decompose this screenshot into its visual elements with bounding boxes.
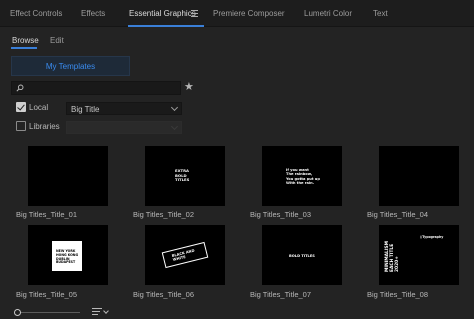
template-name-04: Big Titles_Title_04 (367, 210, 429, 219)
search-icon (16, 84, 24, 92)
chevron-down-icon (170, 103, 179, 112)
local-label: Local (29, 103, 49, 112)
sort-list-icon[interactable] (92, 308, 102, 317)
favorite-star-icon[interactable]: ★ (184, 80, 194, 93)
tab-lumetri-color[interactable]: Lumetri Color (304, 9, 352, 18)
libraries-checkbox[interactable] (16, 121, 26, 131)
template-name-03: Big Titles_Title_03 (250, 210, 312, 219)
template-preview-text-07: BOLD TITLES (289, 254, 315, 258)
tab-effects[interactable]: Effects (81, 9, 105, 18)
template-preview-text-06: BLACK AND WHITE (171, 248, 195, 263)
chevron-down-icon (170, 122, 179, 131)
template-preview-text-08: MINIMALISM EACH TITLE 2020+ (385, 240, 401, 273)
template-name-08: Big Titles_Title_08 (367, 290, 429, 299)
tab-effect-controls[interactable]: Effect Controls (10, 9, 62, 18)
local-folder-select[interactable]: Big Title (66, 102, 182, 115)
thumbnail-size-slider-track[interactable] (18, 312, 80, 313)
libraries-select (66, 121, 182, 134)
template-name-06: Big Titles_Title_06 (133, 290, 195, 299)
local-folder-value: Big Title (71, 105, 100, 114)
template-thumbnail-05[interactable]: NEW YORK HONG KONG DUBLIN BUDAPEST (28, 225, 108, 285)
active-subtab-indicator (11, 47, 37, 49)
template-name-01: Big Titles_Title_01 (16, 210, 78, 219)
template-name-07: Big Titles_Title_07 (250, 290, 312, 299)
panel-menu-icon[interactable] (191, 8, 200, 18)
search-input[interactable] (11, 81, 181, 95)
template-thumbnail-03[interactable]: If you want The rainbow, You gotta put u… (262, 146, 342, 206)
template-preview-frame-06: BLACK AND WHITE (161, 241, 209, 269)
template-thumbnail-07[interactable]: BOLD TITLES (262, 225, 342, 285)
template-thumbnail-04[interactable] (379, 146, 459, 206)
template-thumbnail-01[interactable] (28, 146, 108, 206)
template-preview-text-02: EXTRA BOLD TITLES (175, 168, 190, 183)
panel-footer (0, 302, 474, 319)
my-templates-button[interactable]: My Templates (11, 56, 130, 76)
template-thumbnail-02[interactable]: EXTRA BOLD TITLES (145, 146, 225, 206)
tab-text[interactable]: Text (373, 9, 388, 18)
template-name-05: Big Titles_Title_05 (16, 290, 78, 299)
tab-premiere-composer[interactable]: Premiere Composer (213, 9, 285, 18)
local-checkbox[interactable] (16, 102, 26, 112)
my-templates-label: My Templates (45, 61, 96, 71)
panel-tab-bar: Effect Controls Effects Essential Graphi… (0, 0, 474, 27)
thumbnail-size-slider-handle[interactable] (14, 309, 21, 316)
template-name-02: Big Titles_Title_02 (133, 210, 195, 219)
subtab-browse[interactable]: Browse (12, 36, 39, 45)
template-thumbnail-08[interactable]: //Typography MINIMALISM EACH TITLE 2020+ (379, 225, 459, 285)
template-preview-tag-08: //Typography (420, 235, 444, 239)
libraries-label: Libraries (29, 122, 60, 131)
template-preview-box-05: NEW YORK HONG KONG DUBLIN BUDAPEST (52, 241, 82, 271)
active-tab-indicator (128, 25, 204, 27)
template-preview-text-05: NEW YORK HONG KONG DUBLIN BUDAPEST (56, 249, 79, 265)
template-preview-text-03: If you want The rainbow, You gotta put u… (286, 168, 320, 186)
subtab-edit[interactable]: Edit (50, 36, 64, 45)
tab-essential-graphics[interactable]: Essential Graphics (129, 9, 196, 18)
template-thumbnail-06[interactable]: BLACK AND WHITE (145, 225, 225, 285)
